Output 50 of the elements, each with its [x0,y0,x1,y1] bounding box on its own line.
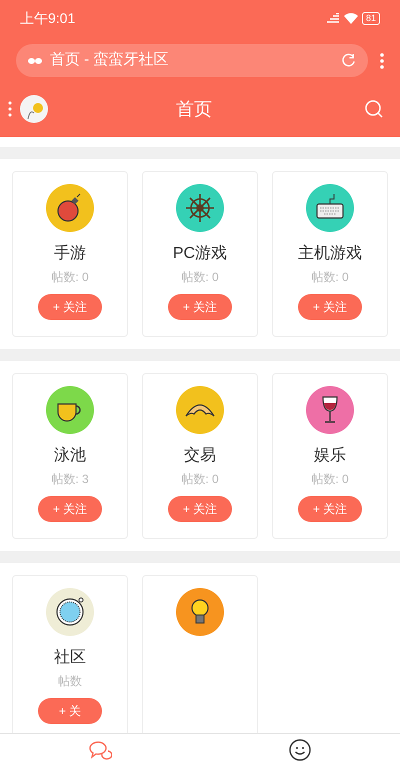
board-card[interactable]: 手游 帖数: 0 + 关注 [12,171,128,337]
board-name: 主机游戏 [298,244,362,264]
wine-icon [306,386,354,434]
mask-icon [28,56,42,64]
follow-button[interactable]: + 关注 [38,294,102,320]
post-count: 帖数 [58,673,82,690]
board-name: PC游戏 [172,244,228,264]
post-count: 帖数: 0 [311,269,349,286]
board-card[interactable]: 娱乐 帖数: 0 + 关注 [272,373,388,539]
signal-icon [326,13,340,23]
board-card[interactable]: 泳池 帖数: 3 + 关注 [12,373,128,539]
cup-icon [46,386,94,434]
board-name: 社区 [54,648,86,668]
post-count: 帖数: 0 [51,269,89,286]
more-icon[interactable] [380,52,384,68]
header-title: 首页 [175,98,213,120]
porthole-icon [46,588,94,636]
board-card[interactable]: 主机游戏 帖数: 0 + 关注 [272,171,388,337]
menu-icon[interactable] [8,101,12,117]
board-name: 交易 [184,446,216,466]
follow-button[interactable]: + 关注 [168,294,232,320]
board-card[interactable]: 交易 帖数: 0 + 关注 [142,373,258,539]
bomb-icon [46,184,94,232]
avatar[interactable] [20,95,48,123]
board-card[interactable]: PC游戏 帖数: 0 + 关注 [142,171,258,337]
wheel-icon [176,184,224,232]
post-count: 帖数: 3 [51,471,89,488]
reload-icon[interactable] [341,53,356,68]
post-count: 帖数: 0 [311,471,349,488]
status-time: 上午9:01 [20,8,76,28]
follow-button[interactable]: + 关注 [298,294,362,320]
croissant-icon [176,386,224,434]
follow-button[interactable]: + 关注 [298,496,362,522]
board-card[interactable]: 社区 帖数 + 关 [12,575,128,733]
follow-button[interactable]: + 关注 [168,496,232,522]
follow-button[interactable]: + 关注 [38,496,102,522]
wifi-icon [344,12,358,24]
follow-button[interactable]: + 关 [38,698,102,724]
search-icon[interactable] [364,99,384,119]
bulb-icon [176,588,224,636]
board-name: 娱乐 [314,446,346,466]
board-card[interactable] [142,575,258,733]
address-bar[interactable]: 首页 - 蛮蛮牙社区 [16,44,368,77]
post-count: 帖数: 0 [181,471,219,488]
page-title: 首页 - 蛮蛮牙社区 [50,50,168,70]
board-name: 泳池 [54,446,86,466]
board-name: 手游 [54,244,86,264]
battery-icon: 81 [362,12,380,24]
keyboard-icon [306,184,354,232]
post-count: 帖数: 0 [181,269,219,286]
